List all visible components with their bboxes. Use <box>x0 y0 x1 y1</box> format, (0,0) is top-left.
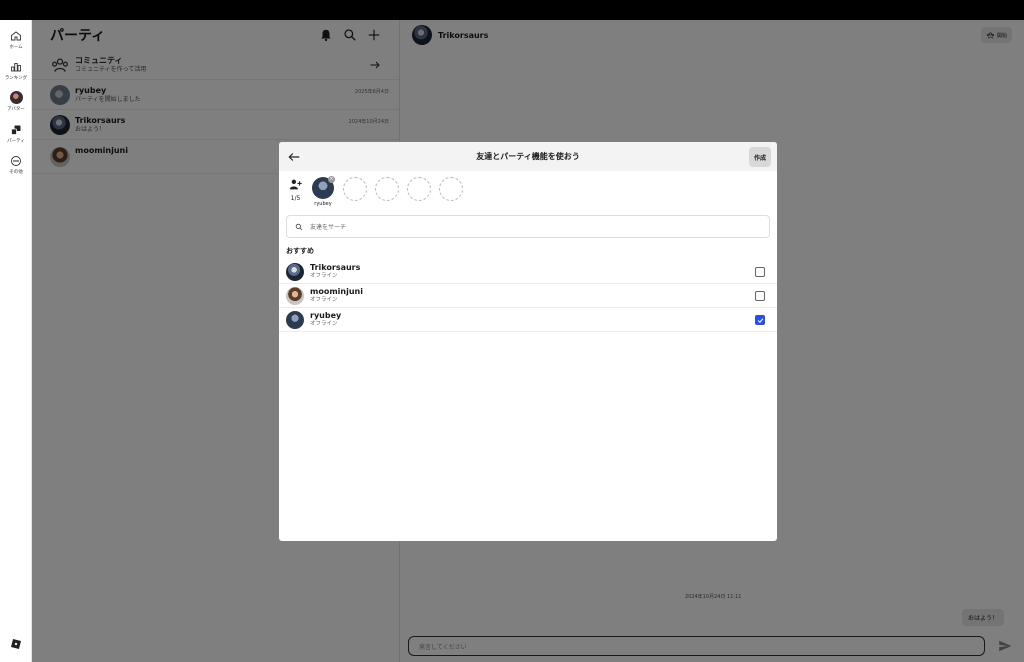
nav-label: ホーム <box>9 45 23 50</box>
friend-row[interactable]: ryubey オフライン <box>279 308 777 332</box>
checkmark-icon <box>757 317 763 323</box>
back-arrow-icon[interactable] <box>287 150 301 164</box>
search-placeholder: 友達をサーチ <box>310 224 347 231</box>
nav-item-party[interactable]: パーティ <box>0 124 32 144</box>
nav-label: その他 <box>9 170 23 175</box>
ranking-icon <box>11 63 21 72</box>
empty-slot <box>343 177 367 201</box>
friend-row[interactable]: Trikorsaurs オフライン <box>279 260 777 284</box>
create-button[interactable]: 作成 <box>748 147 771 167</box>
remove-member-icon[interactable]: × <box>328 176 335 183</box>
app-logo-icon <box>11 639 21 649</box>
friend-name: ryubey <box>310 311 342 320</box>
nav-label: ランキング <box>4 76 28 81</box>
nav-item-more[interactable]: その他 <box>0 155 32 175</box>
nav-item-ranking[interactable]: ランキング <box>0 61 32 81</box>
friend-status: オフライン <box>310 273 338 279</box>
empty-slot <box>439 177 463 201</box>
avatar: × <box>312 176 335 199</box>
friend-search-input[interactable]: 友達をサーチ <box>286 215 770 238</box>
section-heading: おすすめ <box>286 247 314 255</box>
more-icon <box>11 156 21 166</box>
select-checkbox-checked[interactable] <box>755 315 765 325</box>
member-slot[interactable]: × ryubey <box>310 176 336 207</box>
add-member-button[interactable]: 1/5 <box>287 177 304 202</box>
friend-name: moominjuni <box>310 287 363 296</box>
avatar <box>286 286 304 305</box>
select-checkbox[interactable] <box>755 291 765 301</box>
search-icon <box>295 223 303 230</box>
dialog-header: 友達とパーティ機能を使おう 作成 <box>279 142 777 171</box>
friend-status: オフライン <box>310 297 338 303</box>
add-person-icon <box>289 179 302 190</box>
nav-item-avatar[interactable]: アバター <box>0 91 32 112</box>
party-icon <box>11 125 21 135</box>
member-slot-empty <box>342 177 368 201</box>
friend-list: Trikorsaurs オフライン moominjuni オフライン ryube… <box>279 260 777 332</box>
member-name: ryubey <box>314 201 332 207</box>
avatar-icon <box>9 91 23 104</box>
member-slot-empty <box>374 177 400 201</box>
member-slot-empty <box>438 177 464 201</box>
member-slot-empty <box>406 177 432 201</box>
nav-item-home[interactable]: ホーム <box>0 30 32 50</box>
party-member-slots: 1/5 × ryubey <box>287 176 470 207</box>
status-bar <box>0 0 1024 20</box>
empty-slot <box>375 177 399 201</box>
nav-label: パーティ <box>7 139 25 144</box>
friend-status: オフライン <box>310 321 338 327</box>
empty-slot <box>407 177 431 201</box>
avatar <box>286 262 304 281</box>
create-party-dialog: 友達とパーティ機能を使おう 作成 1/5 × ryubey 友達をサーチ おすす… <box>279 142 777 541</box>
friend-row[interactable]: moominjuni オフライン <box>279 284 777 308</box>
home-icon <box>11 31 21 41</box>
nav-label: アバター <box>7 107 25 112</box>
avatar <box>286 310 304 329</box>
member-count: 1/5 <box>290 195 301 202</box>
left-nav-rail: ホーム ランキング アバター パーティ その他 <box>0 20 32 662</box>
friend-name: Trikorsaurs <box>310 263 361 272</box>
dialog-title: 友達とパーティ機能を使おう <box>476 152 580 161</box>
select-checkbox[interactable] <box>755 267 765 277</box>
